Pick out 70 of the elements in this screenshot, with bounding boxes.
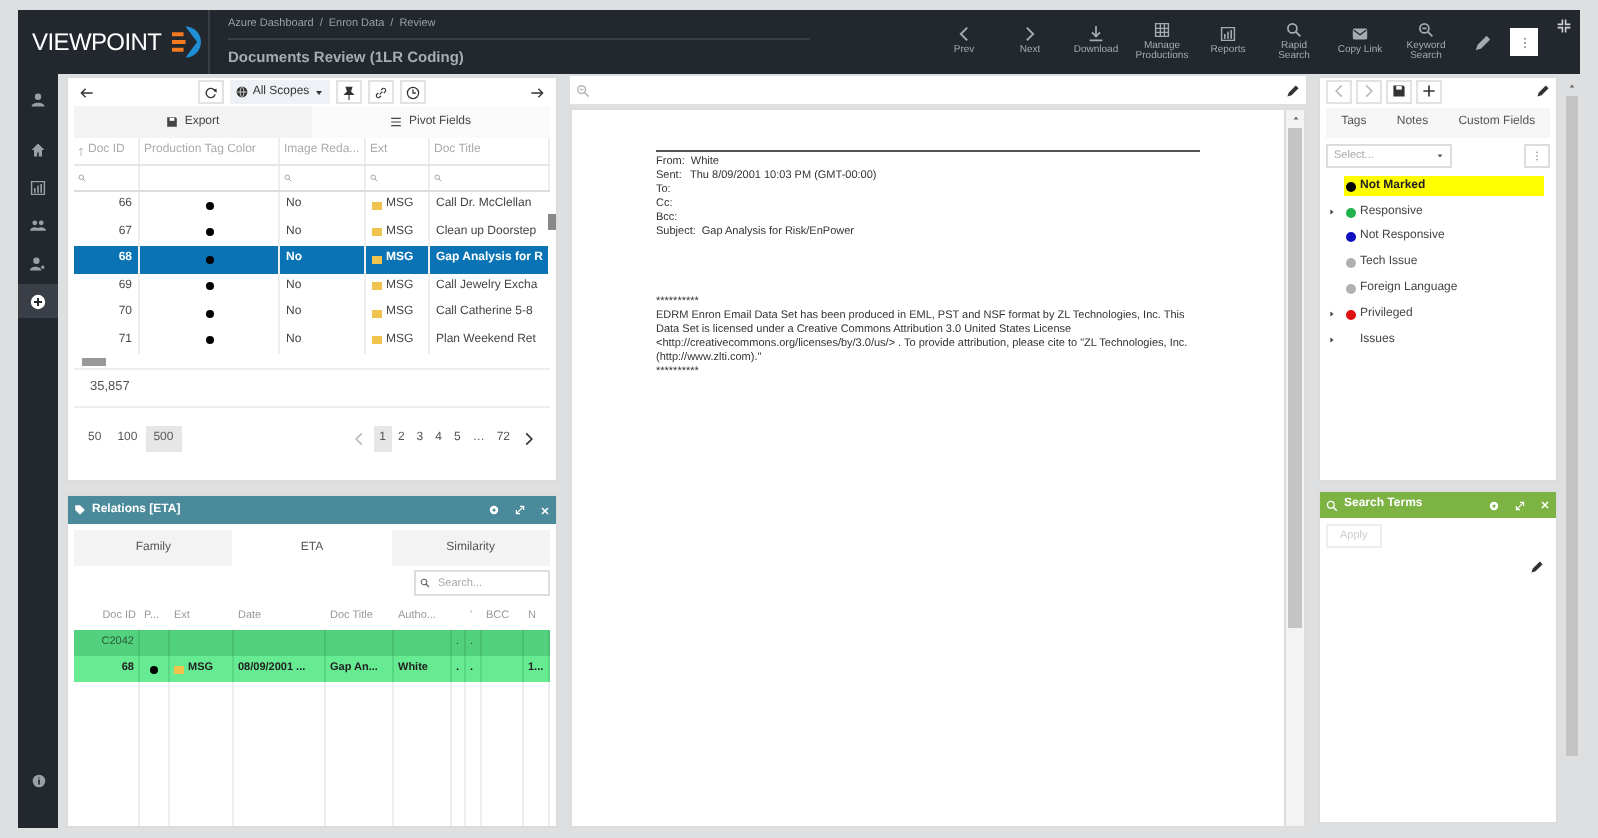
globe-icon [236, 86, 249, 98]
pencil-icon[interactable] [1474, 33, 1492, 51]
chevron-left-icon [1332, 84, 1346, 98]
chevron-right-icon[interactable] [522, 431, 536, 445]
plus-icon [1422, 84, 1436, 98]
expand-icon[interactable] [514, 504, 526, 516]
zoom-in-icon [1418, 21, 1434, 37]
user-key-icon [30, 255, 46, 271]
envelope-icon [372, 336, 382, 345]
history-button[interactable] [399, 80, 426, 104]
bar-chart-icon [30, 179, 46, 195]
bar-chart-icon [1220, 26, 1236, 43]
table-icon [1154, 21, 1170, 37]
add-button[interactable] [1416, 79, 1442, 103]
caret-up-icon [1291, 114, 1299, 122]
gear-icon[interactable] [488, 504, 500, 516]
envelope-icon [1352, 26, 1368, 43]
save-icon [1392, 84, 1406, 98]
caret-right-icon[interactable] [1328, 336, 1336, 345]
link-button[interactable] [367, 80, 394, 104]
save-icon [166, 116, 179, 128]
save-button[interactable] [1386, 79, 1412, 103]
close-icon[interactable] [540, 505, 550, 515]
users-icon [30, 217, 46, 233]
plus-circle-icon [30, 293, 46, 309]
caret-right-icon[interactable] [1328, 310, 1336, 319]
download-icon [1088, 26, 1104, 43]
chevron-right-icon [1022, 26, 1038, 43]
filter-field[interactable] [366, 166, 430, 190]
search-icon [284, 174, 292, 182]
envelope-icon [372, 282, 382, 291]
link-icon [373, 85, 388, 99]
filter-field[interactable] [74, 166, 140, 190]
arrow-left-icon [80, 85, 94, 99]
envelope-icon [174, 665, 184, 673]
refresh-button[interactable] [198, 80, 225, 104]
envelope-icon [372, 228, 382, 237]
arrow-right-icon [530, 85, 545, 99]
sidebar-button[interactable] [18, 284, 58, 318]
pencil-icon[interactable] [1530, 560, 1545, 574]
search-icon [370, 174, 378, 182]
caret-down-icon [1436, 152, 1444, 160]
envelope-icon [372, 255, 382, 264]
filter-field[interactable] [280, 166, 366, 190]
refresh-icon [204, 85, 219, 99]
user-icon [30, 91, 46, 107]
envelope-icon [372, 309, 382, 318]
pencil-icon[interactable] [1536, 84, 1551, 98]
sort-up-arrow-icon [78, 145, 84, 157]
home-icon [30, 141, 46, 157]
clock-icon [405, 85, 420, 99]
search-icon [78, 174, 86, 182]
pin-icon [341, 85, 356, 99]
caret-right-icon[interactable] [1328, 208, 1336, 217]
chevron-right-icon [1362, 84, 1376, 98]
search-icon [434, 174, 442, 182]
pin-button[interactable] [335, 80, 362, 104]
caret-down-icon [313, 87, 324, 97]
filter-field[interactable] [430, 166, 550, 190]
pencil-icon[interactable] [1286, 83, 1300, 97]
info-icon[interactable] [31, 774, 45, 788]
envelope-icon [372, 201, 382, 210]
collapse-icon[interactable] [1556, 18, 1572, 34]
search-icon [420, 578, 430, 588]
search-icon [1286, 21, 1302, 37]
menu-icon [390, 116, 403, 128]
search-icon [1326, 499, 1338, 511]
tag-icon [74, 504, 86, 516]
logo-text: VIEWPOINT [32, 26, 162, 60]
chevron-left-icon [956, 26, 972, 43]
